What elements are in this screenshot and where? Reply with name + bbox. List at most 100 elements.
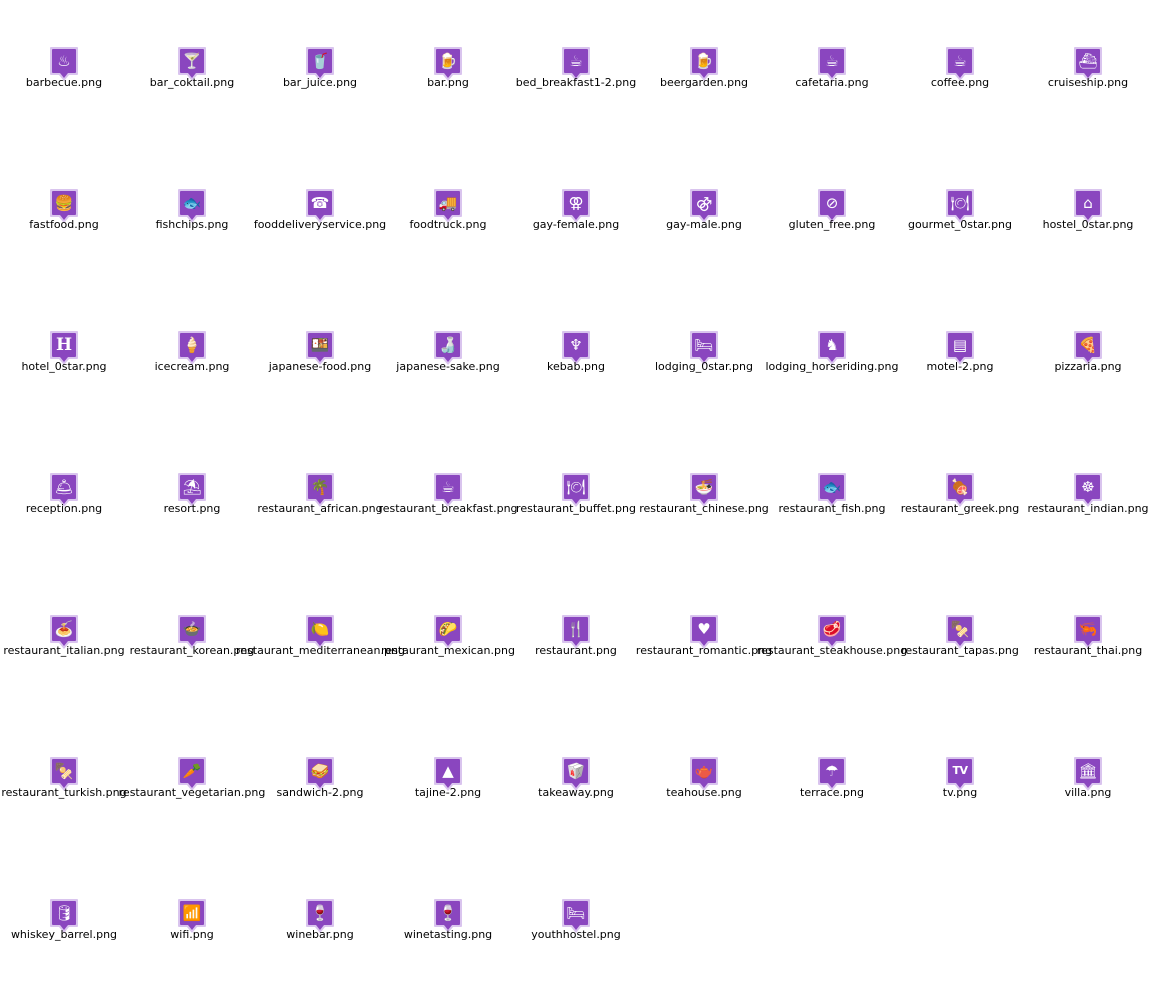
- icon-tile[interactable]: 🌮 restaurant_mexican.png: [381, 568, 515, 710]
- map-marker[interactable]: 🫖: [690, 757, 718, 791]
- icon-tile[interactable]: 🍴 restaurant.png: [512, 568, 640, 710]
- map-marker[interactable]: 🌮: [434, 615, 462, 649]
- map-marker[interactable]: 🥪: [306, 757, 334, 791]
- icon-tile[interactable]: ⛱ resort.png: [128, 426, 256, 568]
- map-marker[interactable]: 🍢: [946, 615, 974, 649]
- icon-tile[interactable]: ☕ cafetaria.png: [768, 0, 896, 142]
- icon-tile[interactable]: ☸ restaurant_indian.png: [1024, 426, 1152, 568]
- map-marker[interactable]: H: [50, 331, 78, 365]
- icon-tile[interactable]: 🍝 restaurant_italian.png: [0, 568, 128, 710]
- icon-tile[interactable]: 🍲 restaurant_korean.png: [128, 568, 256, 710]
- map-marker[interactable]: ⌂: [1074, 189, 1102, 223]
- map-marker[interactable]: ♞: [818, 331, 846, 365]
- icon-tile[interactable]: 🍺 bar.png: [384, 0, 512, 142]
- map-marker[interactable]: ▤: [946, 331, 974, 365]
- map-marker[interactable]: ☂: [818, 757, 846, 791]
- map-marker[interactable]: ☕: [562, 47, 590, 81]
- icon-tile[interactable]: 🍋 restaurant_mediterranean.png: [236, 568, 405, 710]
- icon-tile[interactable]: 🛏 lodging_0star.png: [640, 284, 768, 426]
- map-marker[interactable]: 🥡: [562, 757, 590, 791]
- map-marker[interactable]: 🍢: [50, 757, 78, 791]
- icon-tile[interactable]: 🛏 youthhostel.png: [512, 852, 640, 994]
- icon-tile[interactable]: ⌂ hostel_0star.png: [1024, 142, 1152, 284]
- icon-tile[interactable]: 🚚 foodtruck.png: [384, 142, 512, 284]
- icon-tile[interactable]: 🏛 villa.png: [1024, 710, 1152, 852]
- map-marker[interactable]: ☸: [1074, 473, 1102, 507]
- map-marker[interactable]: 🍲: [178, 615, 206, 649]
- icon-tile[interactable]: 🌴 restaurant_african.png: [256, 426, 384, 568]
- icon-tile[interactable]: 🐟 fishchips.png: [128, 142, 256, 284]
- icon-tile[interactable]: 📶 wifi.png: [128, 852, 256, 994]
- icon-tile[interactable]: 🍺 beergarden.png: [640, 0, 768, 142]
- map-marker[interactable]: 🌴: [306, 473, 334, 507]
- icon-tile[interactable]: 🥩 restaurant_steakhouse.png: [757, 568, 907, 710]
- icon-tile[interactable]: 🛎 reception.png: [0, 426, 128, 568]
- map-marker[interactable]: 🐟: [178, 189, 206, 223]
- map-marker[interactable]: ☕: [946, 47, 974, 81]
- map-marker[interactable]: 🍝: [50, 615, 78, 649]
- icon-tile[interactable]: 🍸 bar_coktail.png: [128, 0, 256, 142]
- icon-tile[interactable]: ⚢ gay-female.png: [512, 142, 640, 284]
- map-marker[interactable]: 🍋: [306, 615, 334, 649]
- map-marker[interactable]: 🍸: [178, 47, 206, 81]
- map-marker[interactable]: 🛢: [50, 899, 78, 933]
- map-marker[interactable]: 🍦: [178, 331, 206, 365]
- map-marker[interactable]: 🛎: [50, 473, 78, 507]
- icon-tile[interactable]: 🍖 restaurant_greek.png: [896, 426, 1024, 568]
- icon-tile[interactable]: 🦐 restaurant_thai.png: [1024, 568, 1152, 710]
- icon-tile[interactable]: ☂ terrace.png: [768, 710, 896, 852]
- map-marker[interactable]: 🚚: [434, 189, 462, 223]
- icon-tile[interactable]: 🍽 restaurant_buffet.png: [512, 426, 640, 568]
- map-marker[interactable]: 🍖: [946, 473, 974, 507]
- icon-tile[interactable]: ☎ fooddeliveryservice.png: [254, 142, 386, 284]
- map-marker[interactable]: 📶: [178, 899, 206, 933]
- map-marker[interactable]: 🍷: [434, 899, 462, 933]
- map-marker[interactable]: ⛴: [1074, 47, 1102, 81]
- icon-tile[interactable]: 🍔 fastfood.png: [0, 142, 128, 284]
- map-marker[interactable]: 🦐: [1074, 615, 1102, 649]
- icon-tile[interactable]: ☕ bed_breakfast1-2.png: [512, 0, 640, 142]
- icon-tile[interactable]: 🍶 japanese-sake.png: [384, 284, 512, 426]
- icon-tile[interactable]: 🍦 icecream.png: [128, 284, 256, 426]
- map-marker[interactable]: 🍽: [946, 189, 974, 223]
- map-marker[interactable]: 🛏: [690, 331, 718, 365]
- map-marker[interactable]: 🛏: [562, 899, 590, 933]
- icon-tile[interactable]: ☕ restaurant_breakfast.png: [378, 426, 518, 568]
- map-marker[interactable]: 🥕: [178, 757, 206, 791]
- icon-tile[interactable]: 🫖 teahouse.png: [640, 710, 768, 852]
- map-marker[interactable]: ⛱: [178, 473, 206, 507]
- icon-tile[interactable]: 🍱 japanese-food.png: [256, 284, 384, 426]
- map-marker[interactable]: 🍺: [690, 47, 718, 81]
- map-marker[interactable]: ☕: [818, 47, 846, 81]
- icon-tile[interactable]: ♥ restaurant_romantic.png: [636, 568, 772, 710]
- icon-tile[interactable]: 🛢 whiskey_barrel.png: [0, 852, 128, 994]
- map-marker[interactable]: ⚣: [690, 189, 718, 223]
- map-marker[interactable]: ♥: [690, 615, 718, 649]
- map-marker[interactable]: ▲: [434, 757, 462, 791]
- icon-tile[interactable]: 🍜 restaurant_chinese.png: [639, 426, 769, 568]
- icon-tile[interactable]: ♆ kebab.png: [512, 284, 640, 426]
- map-marker[interactable]: 🍶: [434, 331, 462, 365]
- icon-tile[interactable]: ▲ tajine-2.png: [384, 710, 512, 852]
- icon-tile[interactable]: Hhotel_0star.png: [0, 284, 128, 426]
- map-marker[interactable]: 🥤: [306, 47, 334, 81]
- map-marker[interactable]: ☕: [434, 473, 462, 507]
- map-marker[interactable]: 🍴: [562, 615, 590, 649]
- map-marker[interactable]: 🍕: [1074, 331, 1102, 365]
- map-marker[interactable]: ♨: [50, 47, 78, 81]
- map-marker[interactable]: ⊘: [818, 189, 846, 223]
- icon-tile[interactable]: ☕ coffee.png: [896, 0, 1024, 142]
- icon-tile[interactable]: 🥕 restaurant_vegetarian.png: [119, 710, 265, 852]
- map-marker[interactable]: 🍽: [562, 473, 590, 507]
- icon-tile[interactable]: TV tv.png: [896, 710, 1024, 852]
- icon-tile[interactable]: 🍕 pizzaria.png: [1024, 284, 1152, 426]
- icon-tile[interactable]: ▤ motel-2.png: [896, 284, 1024, 426]
- icon-tile[interactable]: ⊘ gluten_free.png: [768, 142, 896, 284]
- map-marker[interactable]: 🍜: [690, 473, 718, 507]
- map-marker[interactable]: 🍷: [306, 899, 334, 933]
- map-marker[interactable]: 🍺: [434, 47, 462, 81]
- map-marker[interactable]: 🍔: [50, 189, 78, 223]
- icon-tile[interactable]: 🐟 restaurant_fish.png: [768, 426, 896, 568]
- icon-tile[interactable]: ⛴ cruiseship.png: [1024, 0, 1152, 142]
- icon-tile[interactable]: ♨ barbecue.png: [0, 0, 128, 142]
